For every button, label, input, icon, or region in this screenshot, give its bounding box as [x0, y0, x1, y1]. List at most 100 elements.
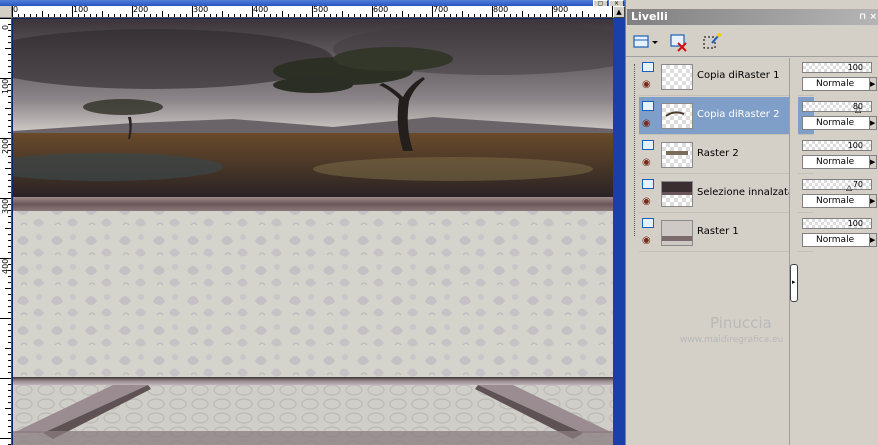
new-layer-icon[interactable] — [631, 31, 658, 53]
canvas-image[interactable] — [13, 19, 613, 445]
ruler-tick — [5, 348, 11, 349]
ruler-tick — [330, 14, 331, 17]
ruler-tick — [8, 432, 11, 433]
ruler-tick — [8, 42, 11, 43]
eye-icon[interactable]: ◉ — [642, 197, 651, 207]
opacity-slider[interactable]: 80 — [802, 101, 872, 112]
ruler-tick — [8, 426, 11, 427]
ruler-tick — [204, 14, 205, 17]
ruler-tick — [60, 14, 61, 17]
ruler-tick — [138, 14, 139, 17]
ruler-tick — [390, 14, 391, 17]
layer-row-selected[interactable]: ◉ Copia diRaster 2 — [639, 97, 814, 135]
ruler-tick — [18, 14, 19, 17]
layer-row[interactable]: ◉ Selezione innalzata — [639, 175, 814, 213]
canvas-scrollbar[interactable] — [613, 6, 625, 445]
ruler-tick — [108, 14, 109, 17]
ruler-tick — [606, 14, 607, 17]
ruler-top-label: 0 — [13, 6, 19, 14]
blend-mode-select[interactable]: Normale — [802, 194, 870, 208]
ruler-left-label: 0 — [1, 24, 10, 30]
ruler-tick — [588, 14, 589, 17]
mask-icon[interactable] — [700, 31, 722, 53]
ruler-tick — [8, 174, 11, 175]
ruler-tick — [5, 408, 11, 409]
ruler-top-label: 200 — [133, 6, 149, 14]
ruler-tick — [504, 14, 505, 17]
layer-type-icon — [642, 218, 654, 228]
ruler-tick — [0, 18, 11, 19]
ruler-tick — [8, 180, 11, 181]
eye-icon[interactable]: ◉ — [642, 158, 651, 168]
ruler-tick — [24, 14, 25, 17]
opacity-slider[interactable]: 70 — [802, 179, 872, 190]
blend-mode-select[interactable]: Normale — [802, 155, 870, 169]
ruler-tick — [426, 14, 427, 17]
opacity-slider[interactable]: 100 — [802, 62, 872, 73]
ruler-tick — [306, 14, 307, 17]
scrollbar-thumb[interactable]: ▸ — [790, 264, 798, 302]
palette-toolbar — [626, 27, 878, 57]
layer-row[interactable]: ◉ Copia diRaster 1 — [639, 58, 814, 96]
ruler-tick — [468, 14, 469, 17]
ruler-tick — [288, 14, 289, 17]
blend-mode-select[interactable]: Normale — [802, 77, 870, 91]
opacity-slider[interactable]: 100 — [802, 218, 872, 229]
ruler-tick — [8, 360, 11, 361]
ruler-tick — [8, 300, 11, 301]
ruler-tick — [8, 60, 11, 61]
ruler-tick — [486, 14, 487, 17]
ruler-tick — [90, 14, 91, 17]
palette-title-buttons[interactable]: ⊓ × — [859, 9, 877, 25]
blend-dropdown-button[interactable]: ▶ — [869, 194, 877, 208]
palette-titlebar: Livelli ⊓ × — [627, 9, 878, 25]
ruler-tick — [174, 14, 175, 17]
layer-props: 100 Normale ▶ — [800, 136, 877, 174]
blend-mode-select[interactable]: Normale — [802, 233, 870, 247]
blend-dropdown-button[interactable]: ▶ — [869, 116, 877, 130]
layers-list: ◉ Copia diRaster 1 ◉ Copia diRaster 2 ◉ … — [639, 58, 814, 445]
layer-props: 70 △ Normale ▶ — [800, 175, 877, 213]
scroll-up-button[interactable]: ▲ — [613, 6, 625, 18]
blend-dropdown-button[interactable]: ▶ — [869, 233, 877, 247]
delete-layer-icon[interactable] — [668, 31, 690, 53]
ruler-tick — [510, 14, 511, 17]
layer-type-icon — [642, 101, 654, 111]
ruler-tick — [8, 390, 11, 391]
ruler-tick — [162, 11, 163, 17]
ruler-tick — [522, 11, 523, 17]
eye-icon[interactable]: ◉ — [642, 80, 651, 90]
eye-icon[interactable]: ◉ — [642, 119, 651, 129]
layer-type-icon — [642, 62, 654, 72]
ruler-tick — [240, 14, 241, 17]
watermark-name: Pinuccia — [710, 314, 772, 332]
ruler-tick — [246, 14, 247, 17]
layer-thumbnail — [661, 64, 693, 90]
eye-icon[interactable]: ◉ — [642, 236, 651, 246]
ruler-tick — [66, 14, 67, 17]
layer-row[interactable]: ◉ Raster 2 — [639, 136, 814, 174]
ruler-top: 0 100 200 300 400 500 600 700 800 900 — [12, 6, 613, 18]
ruler-tick — [42, 11, 43, 17]
layers-scrollbar[interactable] — [789, 58, 798, 445]
ruler-tick — [360, 14, 361, 17]
ruler-left-label: 200 — [1, 138, 10, 154]
ruler-tick — [498, 14, 499, 17]
ruler-tick — [102, 11, 103, 17]
ruler-top-label: 400 — [253, 6, 269, 14]
blend-dropdown-button[interactable]: ▶ — [869, 77, 877, 91]
layer-row[interactable]: ◉ Raster 1 — [639, 214, 814, 252]
ruler-tick — [534, 14, 535, 17]
ruler-tick — [150, 14, 151, 17]
ruler-left: 0 100 200 300 400 — [0, 18, 12, 445]
layer-thumbnail — [661, 103, 693, 129]
ruler-tick — [180, 14, 181, 17]
blend-mode-select[interactable]: Normale — [802, 116, 870, 130]
ruler-top-label: 600 — [373, 6, 389, 14]
ruler-tick — [456, 14, 457, 17]
ruler-tick — [156, 14, 157, 17]
opacity-slider[interactable]: 100 — [802, 140, 872, 151]
blend-dropdown-button[interactable]: ▶ — [869, 155, 877, 169]
slider-marker-icon[interactable]: △ — [855, 105, 861, 114]
slider-marker-icon[interactable]: △ — [846, 183, 852, 192]
